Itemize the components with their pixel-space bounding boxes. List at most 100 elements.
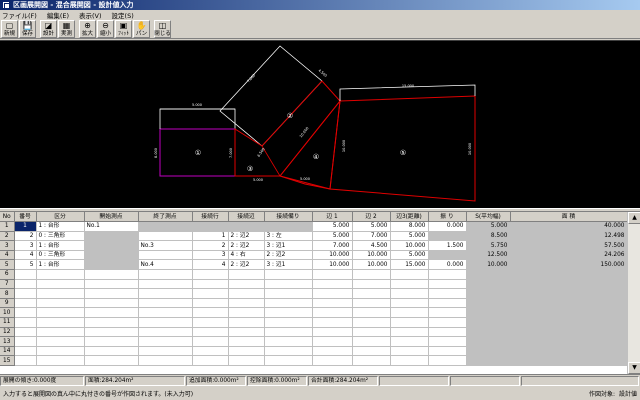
zoom-in-button[interactable]: ⊕ 拡大 [79,20,96,38]
empty-cell[interactable] [428,288,467,299]
cell-offset[interactable] [428,231,467,242]
drawing-canvas[interactable]: ① ② ③ ④ ⑤ 5.000 8.000 7.000 7.000 4.500 … [0,40,640,208]
empty-cell[interactable] [36,307,85,319]
cell-number[interactable]: 2 [14,231,37,242]
empty-cell[interactable] [352,317,391,328]
empty-cell[interactable] [264,269,313,280]
empty-cell[interactable] [228,355,265,366]
empty-cell[interactable] [390,327,429,338]
empty-cell[interactable] [264,336,313,347]
empty-cell[interactable] [352,279,391,290]
col-header-edge2[interactable]: 辺 2 [352,212,391,223]
row-header[interactable]: 13 [0,336,15,347]
row-header[interactable]: 6 [0,269,15,280]
cell-start-point[interactable] [84,250,139,261]
empty-cell[interactable] [138,298,193,309]
empty-cell[interactable] [228,298,265,309]
fit-button[interactable]: ▣ ﾌｨｯﾄ [115,20,132,38]
empty-cell[interactable] [84,346,139,357]
empty-cell[interactable] [192,317,229,328]
row-header[interactable]: 12 [0,327,15,338]
row-header[interactable]: 11 [0,317,15,328]
cell-edge1[interactable]: 5.000 [312,231,353,242]
col-header-start-point[interactable]: 開始測点 [84,212,139,223]
row-header[interactable]: 10 [0,307,15,319]
cell-connect-row[interactable] [192,221,229,232]
empty-cell[interactable] [390,307,429,319]
empty-cell[interactable] [428,307,467,319]
empty-cell[interactable] [228,288,265,299]
cell-offset[interactable]: 0.000 [428,221,467,232]
cell-edge2[interactable]: 4.500 [352,240,391,251]
empty-cell[interactable] [352,269,391,280]
cell-edge2[interactable]: 10.000 [352,259,391,271]
col-header-avg-width[interactable]: S(平均幅) [466,212,511,223]
cell-start-point[interactable] [84,240,139,251]
cell-connect-row[interactable]: 3 [192,250,229,261]
cell-edge2[interactable]: 5.000 [352,221,391,232]
cell-connect-side[interactable] [264,221,313,232]
cell-number[interactable]: 1 [14,221,37,232]
empty-cell[interactable] [312,355,353,366]
empty-cell[interactable] [84,317,139,328]
empty-cell[interactable] [138,269,193,280]
empty-cell[interactable] [352,355,391,366]
cell-connect-edge[interactable]: 4 : 右 [228,250,265,261]
empty-cell[interactable] [312,279,353,290]
empty-cell[interactable] [390,346,429,357]
empty-cell[interactable] [36,336,85,347]
empty-cell[interactable] [192,269,229,280]
empty-cell[interactable] [192,307,229,319]
empty-cell[interactable] [352,307,391,319]
scroll-down-icon[interactable]: ▼ [628,362,640,374]
col-header-no[interactable]: No [0,212,15,223]
cell-edge1[interactable]: 10.000 [312,259,353,271]
empty-cell[interactable] [352,327,391,338]
empty-cell[interactable] [312,298,353,309]
cell-connect-side[interactable]: 3 : 左 [264,231,313,242]
row-header[interactable]: 5 [0,259,15,271]
empty-cell[interactable] [138,279,193,290]
cell-end-point[interactable]: No.4 [138,259,193,271]
empty-cell[interactable] [14,269,37,280]
empty-cell[interactable] [312,317,353,328]
cell-connect-side[interactable]: 3 : 辺1 [264,240,313,251]
empty-cell[interactable] [228,327,265,338]
empty-cell[interactable] [138,307,193,319]
cell-connect-row[interactable]: 1 [192,231,229,242]
col-header-edge3[interactable]: 辺3(距離) [390,212,429,223]
empty-cell[interactable] [264,279,313,290]
empty-cell[interactable] [192,336,229,347]
empty-cell[interactable] [36,279,85,290]
cell-edge3[interactable]: 10.000 [390,240,429,251]
cell-kubun[interactable]: 0 : 三角形 [36,231,85,242]
empty-cell[interactable] [264,288,313,299]
cell-connect-side[interactable]: 2 : 辺2 [264,250,313,261]
empty-cell[interactable] [312,307,353,319]
zoom-out-button[interactable]: ⊖ 縮小 [97,20,114,38]
empty-cell[interactable] [36,288,85,299]
empty-cell[interactable] [228,307,265,319]
cell-kubun[interactable]: 0 : 三角形 [36,250,85,261]
vertical-scrollbar[interactable]: ▲ ▼ [627,212,640,374]
empty-cell[interactable] [264,327,313,338]
cell-edge1[interactable]: 10.000 [312,250,353,261]
cell-connect-edge[interactable] [228,221,265,232]
empty-cell[interactable] [84,336,139,347]
row-header[interactable]: 3 [0,240,15,251]
actual-button[interactable]: ▦ 実測 [58,20,75,38]
empty-cell[interactable] [428,336,467,347]
cell-start-point[interactable]: No.1 [84,221,139,232]
cell-number[interactable]: 3 [14,240,37,251]
empty-cell[interactable] [192,346,229,357]
empty-cell[interactable] [264,298,313,309]
empty-cell[interactable] [264,307,313,319]
row-header[interactable]: 14 [0,346,15,357]
cell-connect-edge[interactable]: 2 : 辺2 [228,240,265,251]
col-header-end-point[interactable]: 終了測点 [138,212,193,223]
empty-cell[interactable] [312,269,353,280]
col-header-connect-side[interactable]: 接続備り [264,212,313,223]
cell-edge3[interactable]: 5.000 [390,250,429,261]
empty-cell[interactable] [36,346,85,357]
cell-offset[interactable] [428,250,467,261]
